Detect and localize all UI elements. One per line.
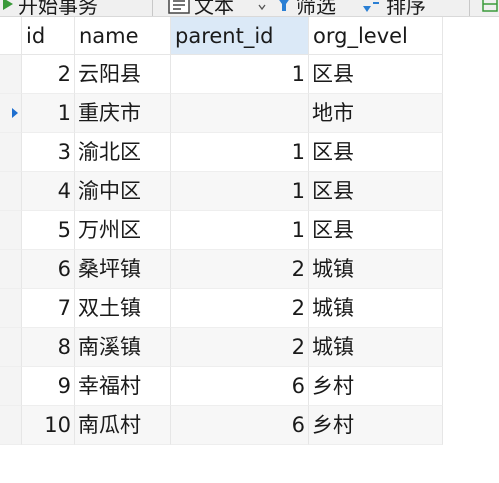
cell-parent-id[interactable]: 1 — [171, 211, 309, 250]
toolbar: 开始事务 文本 筛选 排序 — [0, 0, 499, 17]
sort-button[interactable]: 排序 — [360, 0, 426, 16]
cell-name[interactable]: 双土镇 — [75, 289, 171, 328]
cell-name[interactable]: 万州区 — [75, 211, 171, 250]
begin-transaction-label: 开始事务 — [18, 0, 98, 17]
chevron-down-icon — [258, 0, 266, 16]
row-indicator[interactable] — [0, 94, 22, 133]
cell-parent-id[interactable]: 1 — [171, 55, 309, 94]
cell-org-level[interactable]: 乡村 — [309, 367, 443, 406]
cell-parent-id[interactable] — [171, 94, 309, 133]
cell-org-level[interactable]: 城镇 — [309, 289, 443, 328]
table-row[interactable]: 9 幸福村 6 乡村 — [0, 367, 443, 406]
cell-id[interactable]: 5 — [22, 211, 75, 250]
row-indicator[interactable] — [0, 133, 22, 172]
cell-id[interactable]: 6 — [22, 250, 75, 289]
current-row-arrow-icon — [12, 108, 18, 118]
cell-parent-id[interactable]: 6 — [171, 406, 309, 445]
row-indicator[interactable] — [0, 406, 22, 445]
column-header-name[interactable]: name — [75, 17, 171, 55]
cell-parent-id[interactable]: 2 — [171, 289, 309, 328]
row-indicator[interactable] — [0, 367, 22, 406]
cell-id[interactable]: 9 — [22, 367, 75, 406]
grid-icon — [482, 0, 498, 12]
cell-parent-id[interactable]: 2 — [171, 328, 309, 367]
table-row[interactable]: 5 万州区 1 区县 — [0, 211, 443, 250]
cell-name[interactable]: 渝中区 — [75, 172, 171, 211]
row-indicator[interactable] — [0, 172, 22, 211]
table-row[interactable]: 4 渝中区 1 区县 — [0, 172, 443, 211]
cell-id[interactable]: 8 — [22, 328, 75, 367]
filter-funnel-icon — [276, 0, 292, 12]
cell-name[interactable]: 南瓜村 — [75, 406, 171, 445]
cell-org-level[interactable]: 区县 — [309, 133, 443, 172]
cell-parent-id[interactable]: 6 — [171, 367, 309, 406]
cell-org-level[interactable]: 区县 — [309, 172, 443, 211]
row-indicator[interactable] — [0, 211, 22, 250]
table-row[interactable]: 1 重庆市 地市 — [0, 94, 443, 133]
row-indicator[interactable] — [0, 250, 22, 289]
cell-name[interactable]: 重庆市 — [75, 94, 171, 133]
cell-id[interactable]: 10 — [22, 406, 75, 445]
table-row[interactable]: 10 南瓜村 6 乡村 — [0, 406, 443, 445]
row-indicator[interactable] — [0, 289, 22, 328]
table-row[interactable]: 6 桑坪镇 2 城镇 — [0, 250, 443, 289]
grid-view-button[interactable] — [482, 0, 498, 16]
text-dropdown-chevron[interactable] — [258, 0, 266, 16]
cell-parent-id[interactable]: 1 — [171, 133, 309, 172]
begin-transaction-button[interactable]: 开始事务 — [2, 0, 98, 16]
cell-id[interactable]: 3 — [22, 133, 75, 172]
toolbar-separator — [152, 0, 153, 16]
table-row[interactable]: 3 渝北区 1 区县 — [0, 133, 443, 172]
table-row[interactable]: 8 南溪镇 2 城镇 — [0, 328, 443, 367]
sort-arrows-icon — [360, 0, 382, 12]
filter-button[interactable]: 筛选 — [276, 0, 336, 16]
play-icon — [2, 0, 14, 11]
cell-id[interactable]: 2 — [22, 55, 75, 94]
cell-name[interactable]: 桑坪镇 — [75, 250, 171, 289]
cell-id[interactable]: 4 — [22, 172, 75, 211]
row-indicator[interactable] — [0, 328, 22, 367]
table-row[interactable]: 7 双土镇 2 城镇 — [0, 289, 443, 328]
cell-parent-id[interactable]: 1 — [171, 172, 309, 211]
cell-name[interactable]: 幸福村 — [75, 367, 171, 406]
toolbar-separator — [469, 0, 470, 16]
cell-name[interactable]: 南溪镇 — [75, 328, 171, 367]
cell-org-level[interactable]: 区县 — [309, 211, 443, 250]
column-header-id[interactable]: id — [22, 17, 75, 55]
table-row[interactable]: 2 云阳县 1 区县 — [0, 55, 443, 94]
grid-rows: 2 云阳县 1 区县 1 重庆市 地市 3 渝北区 1 区县 4 渝中区 1 区县 5 万州区 1 区县 6 桑坪镇 2 城… — [0, 55, 443, 445]
cell-name[interactable]: 渝北区 — [75, 133, 171, 172]
cell-org-level[interactable]: 城镇 — [309, 250, 443, 289]
text-button[interactable]: 文本 — [168, 0, 234, 16]
cell-name[interactable]: 云阳县 — [75, 55, 171, 94]
cell-id[interactable]: 1 — [22, 94, 75, 133]
sort-label: 排序 — [386, 0, 426, 17]
cell-org-level[interactable]: 城镇 — [309, 328, 443, 367]
text-document-icon — [168, 0, 190, 14]
column-header-org-level[interactable]: org_level — [309, 17, 443, 55]
cell-org-level[interactable]: 区县 — [309, 55, 443, 94]
grid-header: id name parent_id org_level — [0, 17, 443, 55]
row-indicator-header — [0, 17, 22, 55]
cell-org-level[interactable]: 地市 — [309, 94, 443, 133]
column-header-parent-id[interactable]: parent_id — [171, 17, 309, 55]
cell-parent-id[interactable]: 2 — [171, 250, 309, 289]
row-indicator[interactable] — [0, 55, 22, 94]
filter-label: 筛选 — [296, 0, 336, 17]
cell-id[interactable]: 7 — [22, 289, 75, 328]
text-label: 文本 — [194, 0, 234, 17]
cell-org-level[interactable]: 乡村 — [309, 406, 443, 445]
